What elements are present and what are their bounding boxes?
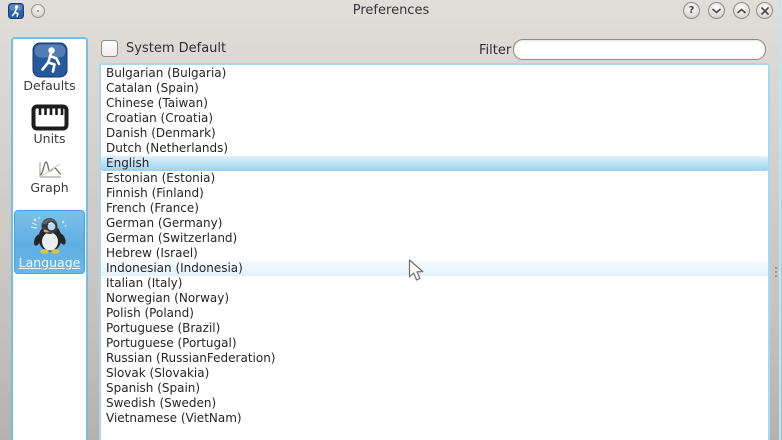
list-item[interactable]: Russian (RussianFederation) <box>101 351 768 366</box>
list-item[interactable]: Portuguese (Brazil) <box>101 321 768 336</box>
list-item[interactable]: Catalan (Spain) <box>101 81 768 96</box>
list-item[interactable]: Hebrew (Israel) <box>101 246 768 261</box>
list-item[interactable]: Vietnamese (VietNam) <box>101 411 768 426</box>
window-title: Preferences <box>0 3 782 18</box>
close-button[interactable] <box>756 2 773 19</box>
list-item[interactable]: English <box>101 156 768 171</box>
list-item[interactable]: Slovak (Slovakia) <box>101 366 768 381</box>
shade-button[interactable] <box>708 2 725 19</box>
sidebar-item-graph[interactable]: Graph <box>13 158 86 195</box>
sidebar-item-label: Graph <box>13 181 86 195</box>
chevron-down-icon <box>712 8 721 14</box>
list-item[interactable]: Indonesian (Indonesia) <box>101 261 768 276</box>
list-item[interactable]: Italian (Italy) <box>101 276 768 291</box>
ruler-icon <box>31 104 69 131</box>
list-item[interactable]: Bulgarian (Bulgaria) <box>101 66 768 81</box>
list-item[interactable]: French (France) <box>101 201 768 216</box>
list-item[interactable]: Croatian (Croatia) <box>101 111 768 126</box>
sidebar-item-language[interactable]: Language <box>14 210 85 274</box>
sidebar-item-units[interactable]: Units <box>13 104 86 146</box>
list-item[interactable]: Swedish (Sweden) <box>101 396 768 411</box>
filter-label: Filter <box>479 43 511 58</box>
list-item[interactable]: Estonian (Estonia) <box>101 171 768 186</box>
list-item[interactable]: Polish (Poland) <box>101 306 768 321</box>
resize-grip-dots <box>775 267 777 279</box>
question-icon: ? <box>689 5 695 16</box>
graph-icon <box>37 158 63 180</box>
list-item[interactable]: Portuguese (Portugal) <box>101 336 768 351</box>
preferences-window: { "window": { "title": "Preferences", "c… <box>0 0 782 440</box>
list-item[interactable]: Chinese (Taiwan) <box>101 96 768 111</box>
window-edge-highlight <box>779 0 781 440</box>
chevron-up-icon <box>737 8 746 14</box>
list-item[interactable]: Dutch (Netherlands) <box>101 141 768 156</box>
filter-input[interactable] <box>513 39 766 60</box>
sidebar-item-label: Units <box>13 132 86 146</box>
system-default-checkbox[interactable] <box>101 40 118 57</box>
penguin-icon <box>28 215 72 255</box>
list-item[interactable]: Finnish (Finland) <box>101 186 768 201</box>
list-item[interactable]: German (Germany) <box>101 216 768 231</box>
list-item[interactable]: German (Switzerland) <box>101 231 768 246</box>
system-default-label: System Default <box>126 41 226 56</box>
hiker-icon <box>32 42 68 78</box>
sidebar-item-defaults[interactable]: Defaults <box>13 42 86 93</box>
help-button[interactable]: ? <box>683 2 700 19</box>
list-item[interactable]: Danish (Denmark) <box>101 126 768 141</box>
close-icon <box>761 7 769 15</box>
sidebar-item-label: Language <box>15 256 84 270</box>
titlebar[interactable]: Preferences ? <box>0 0 782 22</box>
system-default-option[interactable]: System Default <box>101 40 226 57</box>
sidebar-category-list: Defaults Units Graph <box>11 37 88 440</box>
language-list[interactable]: Bulgarian (Bulgaria)Catalan (Spain)Chine… <box>99 63 770 440</box>
list-item[interactable]: Spanish (Spain) <box>101 381 768 396</box>
list-item[interactable]: Norwegian (Norway) <box>101 291 768 306</box>
unshade-button[interactable] <box>733 2 750 19</box>
sidebar-item-label: Defaults <box>13 79 86 93</box>
